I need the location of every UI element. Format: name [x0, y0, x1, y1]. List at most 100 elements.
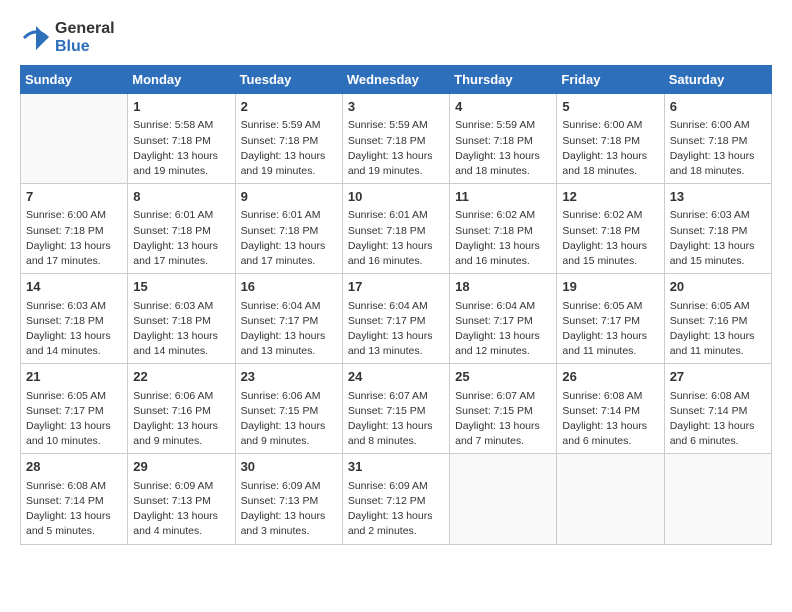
- day-number: 25: [455, 368, 551, 386]
- calendar-cell: 7 Sunrise: 6:00 AM Sunset: 7:18 PM Daylig…: [21, 184, 128, 274]
- day-info: Sunrise: 6:03 AM Sunset: 7:18 PM Dayligh…: [670, 208, 766, 269]
- calendar-cell: 20 Sunrise: 6:05 AM Sunset: 7:16 PM Dayli…: [664, 274, 771, 364]
- day-number: 11: [455, 188, 551, 206]
- calendar-week-row: 7 Sunrise: 6:00 AM Sunset: 7:18 PM Daylig…: [21, 184, 772, 274]
- calendar-cell: 9Sunrise: 6:01 AM Sunset: 7:18 PM Daylig…: [235, 184, 342, 274]
- header: General Blue General Blue: [20, 20, 772, 55]
- calendar-cell: 30 Sunrise: 6:09 AM Sunset: 7:13 PM Dayli…: [235, 454, 342, 544]
- logo-blue-text: Blue: [55, 38, 115, 56]
- day-info: Sunrise: 6:01 AM Sunset: 7:18 PM Dayligh…: [348, 208, 444, 269]
- day-info: Sunrise: 5:59 AM Sunset: 7:18 PM Dayligh…: [348, 118, 444, 179]
- day-number: 30: [241, 458, 337, 476]
- calendar-cell: 23 Sunrise: 6:06 AM Sunset: 7:15 PM Dayli…: [235, 364, 342, 454]
- logo-graphic: [20, 22, 52, 54]
- day-info: Sunrise: 6:09 AM Sunset: 7:13 PM Dayligh…: [133, 479, 229, 540]
- day-info: Sunrise: 6:07 AM Sunset: 7:15 PM Dayligh…: [348, 389, 444, 450]
- calendar-cell: [21, 94, 128, 184]
- calendar-table: SundayMondayTuesdayWednesdayThursdayFrid…: [20, 65, 772, 544]
- day-number: 13: [670, 188, 766, 206]
- calendar-cell: 2Sunrise: 5:59 AM Sunset: 7:18 PM Daylig…: [235, 94, 342, 184]
- day-number: 28: [26, 458, 122, 476]
- day-info: Sunrise: 6:09 AM Sunset: 7:12 PM Dayligh…: [348, 479, 444, 540]
- calendar-cell: 4Sunrise: 5:59 AM Sunset: 7:18 PM Daylig…: [450, 94, 557, 184]
- day-info: Sunrise: 6:08 AM Sunset: 7:14 PM Dayligh…: [26, 479, 122, 540]
- day-info: Sunrise: 6:05 AM Sunset: 7:16 PM Dayligh…: [670, 299, 766, 360]
- logo-full: General Blue: [20, 20, 115, 55]
- day-number: 8: [133, 188, 229, 206]
- weekday-header-monday: Monday: [128, 66, 235, 94]
- day-info: Sunrise: 6:07 AM Sunset: 7:15 PM Dayligh…: [455, 389, 551, 450]
- day-info: Sunrise: 6:04 AM Sunset: 7:17 PM Dayligh…: [348, 299, 444, 360]
- calendar-week-row: 14 Sunrise: 6:03 AM Sunset: 7:18 PM Dayli…: [21, 274, 772, 364]
- day-number: 31: [348, 458, 444, 476]
- day-info: Sunrise: 6:00 AM Sunset: 7:18 PM Dayligh…: [562, 118, 658, 179]
- calendar-cell: 1 Sunrise: 5:58 AM Sunset: 7:18 PM Daylig…: [128, 94, 235, 184]
- day-info: Sunrise: 6:05 AM Sunset: 7:17 PM Dayligh…: [26, 389, 122, 450]
- day-number: 22: [133, 368, 229, 386]
- day-number: 2: [241, 98, 337, 116]
- day-number: 5: [562, 98, 658, 116]
- day-number: 18: [455, 278, 551, 296]
- calendar-cell: 6 Sunrise: 6:00 AM Sunset: 7:18 PM Daylig…: [664, 94, 771, 184]
- calendar-cell: 15 Sunrise: 6:03 AM Sunset: 7:18 PM Dayli…: [128, 274, 235, 364]
- day-number: 6: [670, 98, 766, 116]
- day-number: 26: [562, 368, 658, 386]
- day-number: 10: [348, 188, 444, 206]
- day-number: 27: [670, 368, 766, 386]
- calendar-cell: 25 Sunrise: 6:07 AM Sunset: 7:15 PM Dayli…: [450, 364, 557, 454]
- day-number: 15: [133, 278, 229, 296]
- calendar-cell: 13 Sunrise: 6:03 AM Sunset: 7:18 PM Dayli…: [664, 184, 771, 274]
- calendar-cell: 5 Sunrise: 6:00 AM Sunset: 7:18 PM Daylig…: [557, 94, 664, 184]
- weekday-header-saturday: Saturday: [664, 66, 771, 94]
- day-info: Sunrise: 6:08 AM Sunset: 7:14 PM Dayligh…: [670, 389, 766, 450]
- calendar-cell: 31 Sunrise: 6:09 AM Sunset: 7:12 PM Dayli…: [342, 454, 449, 544]
- day-info: Sunrise: 6:00 AM Sunset: 7:18 PM Dayligh…: [670, 118, 766, 179]
- calendar-cell: 28 Sunrise: 6:08 AM Sunset: 7:14 PM Dayli…: [21, 454, 128, 544]
- day-number: 12: [562, 188, 658, 206]
- day-info: Sunrise: 5:58 AM Sunset: 7:18 PM Dayligh…: [133, 118, 229, 179]
- calendar-cell: 17 Sunrise: 6:04 AM Sunset: 7:17 PM Dayli…: [342, 274, 449, 364]
- day-info: Sunrise: 6:00 AM Sunset: 7:18 PM Dayligh…: [26, 208, 122, 269]
- day-info: Sunrise: 6:04 AM Sunset: 7:17 PM Dayligh…: [241, 299, 337, 360]
- calendar-cell: 24 Sunrise: 6:07 AM Sunset: 7:15 PM Dayli…: [342, 364, 449, 454]
- day-number: 1: [133, 98, 229, 116]
- day-number: 24: [348, 368, 444, 386]
- day-number: 4: [455, 98, 551, 116]
- day-info: Sunrise: 6:06 AM Sunset: 7:15 PM Dayligh…: [241, 389, 337, 450]
- day-info: Sunrise: 6:02 AM Sunset: 7:18 PM Dayligh…: [562, 208, 658, 269]
- day-number: 23: [241, 368, 337, 386]
- day-info: Sunrise: 6:09 AM Sunset: 7:13 PM Dayligh…: [241, 479, 337, 540]
- weekday-header-wednesday: Wednesday: [342, 66, 449, 94]
- calendar-cell: 10 Sunrise: 6:01 AM Sunset: 7:18 PM Dayli…: [342, 184, 449, 274]
- day-info: Sunrise: 6:03 AM Sunset: 7:18 PM Dayligh…: [26, 299, 122, 360]
- day-info: Sunrise: 6:05 AM Sunset: 7:17 PM Dayligh…: [562, 299, 658, 360]
- calendar-week-row: 28 Sunrise: 6:08 AM Sunset: 7:14 PM Dayli…: [21, 454, 772, 544]
- calendar-cell: 8Sunrise: 6:01 AM Sunset: 7:18 PM Daylig…: [128, 184, 235, 274]
- day-number: 20: [670, 278, 766, 296]
- calendar-cell: 19 Sunrise: 6:05 AM Sunset: 7:17 PM Dayli…: [557, 274, 664, 364]
- calendar-cell: 26Sunrise: 6:08 AM Sunset: 7:14 PM Dayli…: [557, 364, 664, 454]
- calendar-cell: 29 Sunrise: 6:09 AM Sunset: 7:13 PM Dayli…: [128, 454, 235, 544]
- calendar-cell: 18Sunrise: 6:04 AM Sunset: 7:17 PM Dayli…: [450, 274, 557, 364]
- day-number: 7: [26, 188, 122, 206]
- day-number: 14: [26, 278, 122, 296]
- day-number: 21: [26, 368, 122, 386]
- calendar-cell: 14 Sunrise: 6:03 AM Sunset: 7:18 PM Dayli…: [21, 274, 128, 364]
- day-number: 19: [562, 278, 658, 296]
- day-info: Sunrise: 6:02 AM Sunset: 7:18 PM Dayligh…: [455, 208, 551, 269]
- calendar-cell: 3 Sunrise: 5:59 AM Sunset: 7:18 PM Daylig…: [342, 94, 449, 184]
- day-number: 3: [348, 98, 444, 116]
- day-number: 16: [241, 278, 337, 296]
- day-info: Sunrise: 6:06 AM Sunset: 7:16 PM Dayligh…: [133, 389, 229, 450]
- day-info: Sunrise: 6:03 AM Sunset: 7:18 PM Dayligh…: [133, 299, 229, 360]
- day-info: Sunrise: 6:01 AM Sunset: 7:18 PM Dayligh…: [241, 208, 337, 269]
- calendar-cell: [557, 454, 664, 544]
- logo-general-text: General: [55, 20, 115, 38]
- day-number: 29: [133, 458, 229, 476]
- day-number: 17: [348, 278, 444, 296]
- calendar-cell: [450, 454, 557, 544]
- calendar-cell: 12 Sunrise: 6:02 AM Sunset: 7:18 PM Dayli…: [557, 184, 664, 274]
- calendar-week-row: 1 Sunrise: 5:58 AM Sunset: 7:18 PM Daylig…: [21, 94, 772, 184]
- calendar-week-row: 21 Sunrise: 6:05 AM Sunset: 7:17 PM Dayli…: [21, 364, 772, 454]
- calendar-cell: 27 Sunrise: 6:08 AM Sunset: 7:14 PM Dayli…: [664, 364, 771, 454]
